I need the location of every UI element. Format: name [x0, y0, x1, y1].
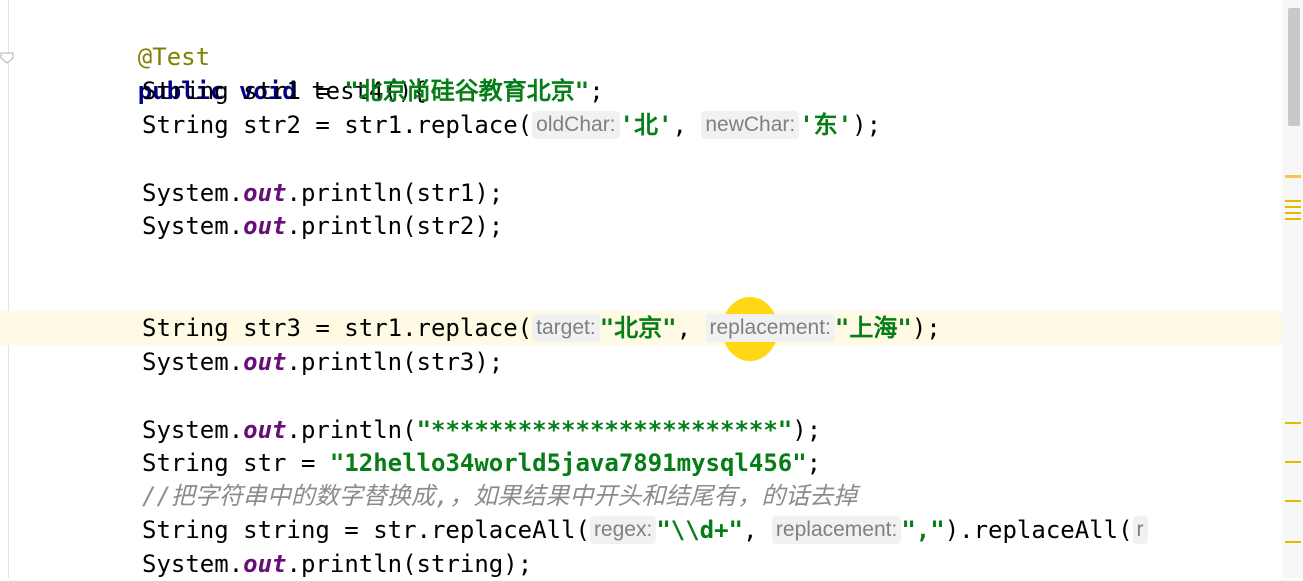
code-text: String str = — [142, 449, 330, 477]
string-literal: "************************" — [416, 416, 793, 444]
string-literal: "上海" — [834, 314, 912, 342]
code-text: ; — [806, 449, 822, 477]
code-text: String str1 = — [142, 77, 345, 105]
error-stripe-marker[interactable] — [1285, 422, 1301, 424]
code-line-print1: System.out.println(str1); — [142, 176, 503, 210]
parameter-hint: oldChar: — [532, 111, 620, 139]
code-text: System. — [142, 212, 244, 240]
code-line-string: String string = str.replaceAll(regex: "\\… — [142, 513, 1148, 547]
warning-marker[interactable] — [1285, 175, 1301, 178]
code-text: String string = str.replaceAll( — [142, 516, 590, 544]
char-literal: '东' — [799, 111, 853, 139]
code-text: ); — [792, 416, 822, 444]
code-line-str2: String str2 = str1.replace(oldChar: '北', … — [142, 108, 881, 142]
string-literal: "12hello34world5java7891mysql456" — [329, 449, 807, 477]
string-literal: "北京" — [599, 314, 677, 342]
parameter-hint: replacement: — [771, 516, 902, 544]
parameter-hint: newChar: — [701, 111, 800, 139]
error-stripe-marker[interactable] — [1285, 500, 1301, 502]
error-stripe-marker[interactable] — [1285, 218, 1301, 220]
code-text: , — [676, 314, 706, 342]
code-text: String str3 = str1.replace( — [142, 314, 533, 342]
code-text: System. — [142, 348, 244, 376]
parameter-hint: target: — [532, 314, 600, 342]
code-text: String str2 = str1.replace( — [142, 111, 533, 139]
code-editor[interactable]: @Test public void test4(){ String str1 =… — [0, 0, 1282, 578]
scrollbar-thumb[interactable] — [1288, 8, 1300, 126]
code-line-annotation: @Test — [80, 6, 210, 71]
field-out: out — [243, 348, 287, 376]
code-line-comment: //把字符串中的数字替换成,，如果结果中开头和结尾有，的话去掉 — [142, 479, 857, 513]
error-stripe-marker[interactable] — [1285, 541, 1301, 543]
code-text: System. — [142, 416, 244, 444]
string-literal: "北京尚硅谷教育北京" — [344, 77, 590, 105]
parameter-hint: regex: — [589, 516, 657, 544]
code-line-method: public void test4(){ — [80, 40, 427, 105]
code-text: .println( — [286, 416, 417, 444]
code-text: ).replaceAll( — [944, 516, 1133, 544]
code-text: .println(str3); — [286, 348, 504, 376]
field-out: out — [243, 550, 287, 578]
code-text: System. — [142, 179, 244, 207]
code-text: System. — [142, 550, 244, 578]
code-text: ); — [852, 111, 882, 139]
code-text: ; — [589, 77, 604, 105]
code-text: .println(str1); — [286, 179, 504, 207]
code-text: .println(str2); — [286, 212, 504, 240]
code-comment: //把字符串中的数字替换成,，如果结果中开头和结尾有，的话去掉 — [142, 482, 858, 510]
field-out: out — [243, 212, 287, 240]
code-line-str3: String str3 = str1.replace(target: "北京", … — [142, 311, 941, 345]
code-text: , — [743, 516, 772, 544]
error-stripe-marker[interactable] — [1285, 206, 1301, 208]
char-literal: '北' — [619, 111, 673, 139]
error-stripe-marker[interactable] — [1285, 461, 1301, 463]
string-literal: "\\d+" — [656, 516, 744, 544]
parameter-hint: r — [1132, 516, 1148, 544]
code-line-print2: System.out.println(str2); — [142, 209, 503, 243]
code-text: ); — [911, 314, 941, 342]
code-text: , — [672, 111, 702, 139]
code-line-print-stars: System.out.println("********************… — [142, 413, 821, 447]
code-line-print-string: System.out.println(string); — [142, 547, 532, 581]
field-out: out — [243, 179, 287, 207]
code-text: .println(string); — [286, 550, 533, 578]
code-line-str: String str = "12hello34world5java7891mys… — [142, 446, 821, 480]
vertical-scrollbar[interactable] — [1282, 0, 1303, 578]
code-line-str1: String str1 = "北京尚硅谷教育北京"; — [142, 74, 604, 108]
error-stripe-marker[interactable] — [1285, 212, 1301, 214]
code-line-print3: System.out.println(str3); — [142, 345, 503, 379]
string-literal: "," — [901, 516, 945, 544]
parameter-hint: replacement: — [705, 314, 835, 342]
error-stripe-marker[interactable] — [1285, 200, 1301, 202]
field-out: out — [243, 416, 287, 444]
